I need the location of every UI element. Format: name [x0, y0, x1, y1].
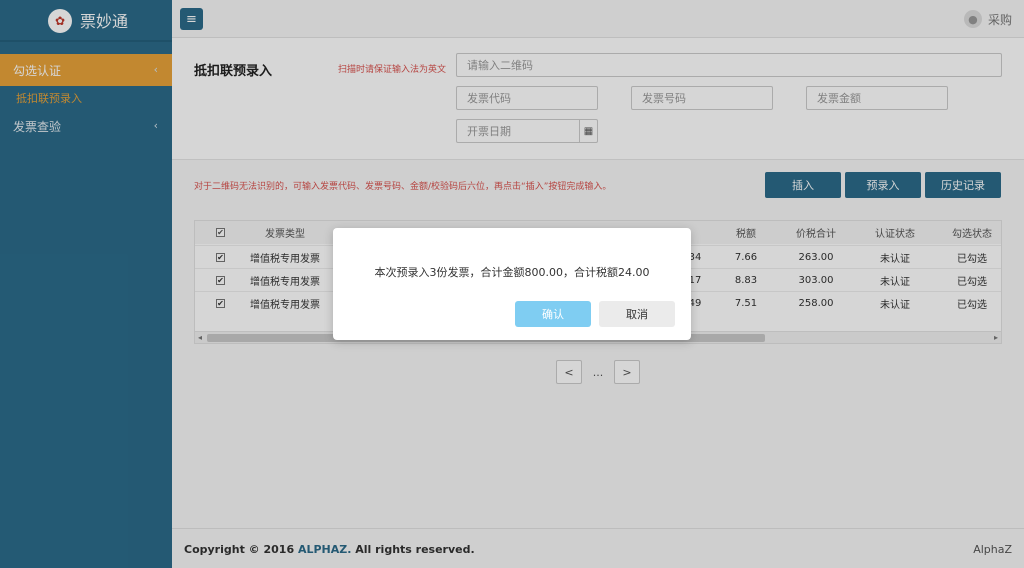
cancel-button[interactable]: 取消 [599, 301, 675, 327]
dialog-message: 本次预录入3份发票，合计金额800.00，合计税额24.00 [374, 266, 650, 279]
confirm-button[interactable]: 确认 [515, 301, 591, 327]
confirm-dialog: 本次预录入3份发票，合计金额800.00，合计税额24.00 确认 取消 [333, 228, 691, 340]
